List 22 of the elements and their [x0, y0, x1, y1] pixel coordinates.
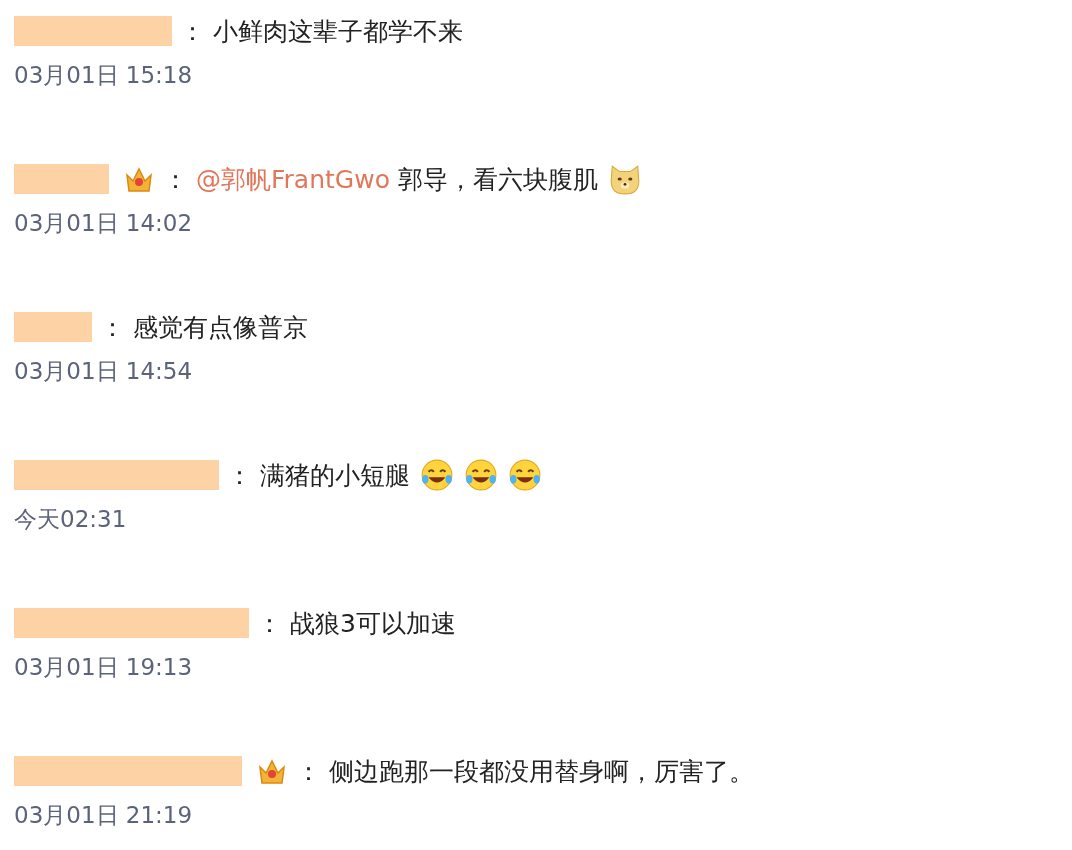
comment-text: 战狼3可以加速 — [290, 607, 456, 640]
comment-text: 感觉有点像普京 — [133, 311, 308, 344]
comment-text: 侧边跑那一段都没用替身啊，厉害了。 — [329, 755, 754, 788]
comment-time: 03月01日 21:19 — [14, 801, 194, 830]
user-mention-link[interactable]: @郭帆FrantGwo — [196, 162, 390, 196]
laughing-tears-emoji-icon — [508, 458, 542, 492]
comment-text: 小鲜肉这辈子都学不来 — [213, 15, 463, 48]
colon: ： — [257, 607, 282, 640]
colon: ： — [227, 459, 252, 492]
colon: ： — [163, 163, 188, 196]
colon: ： — [180, 15, 205, 48]
comment-time: 03月01日 19:13 — [14, 653, 194, 682]
comment-text: 郭导，看六块腹肌 — [397, 163, 598, 196]
colon: ： — [100, 311, 125, 344]
comment-time: 今天02:31 — [14, 505, 128, 534]
laughing-tears-emoji-icon — [420, 458, 454, 492]
comment-time: 03月01日 15:18 — [14, 61, 194, 90]
colon: ： — [296, 755, 321, 788]
comment-text: 满猪的小短腿 — [260, 459, 410, 492]
comment-time: 03月01日 14:54 — [14, 357, 194, 386]
laughing-tears-emoji-icon — [464, 458, 498, 492]
comment-time: 03月01日 14:02 — [14, 209, 194, 238]
